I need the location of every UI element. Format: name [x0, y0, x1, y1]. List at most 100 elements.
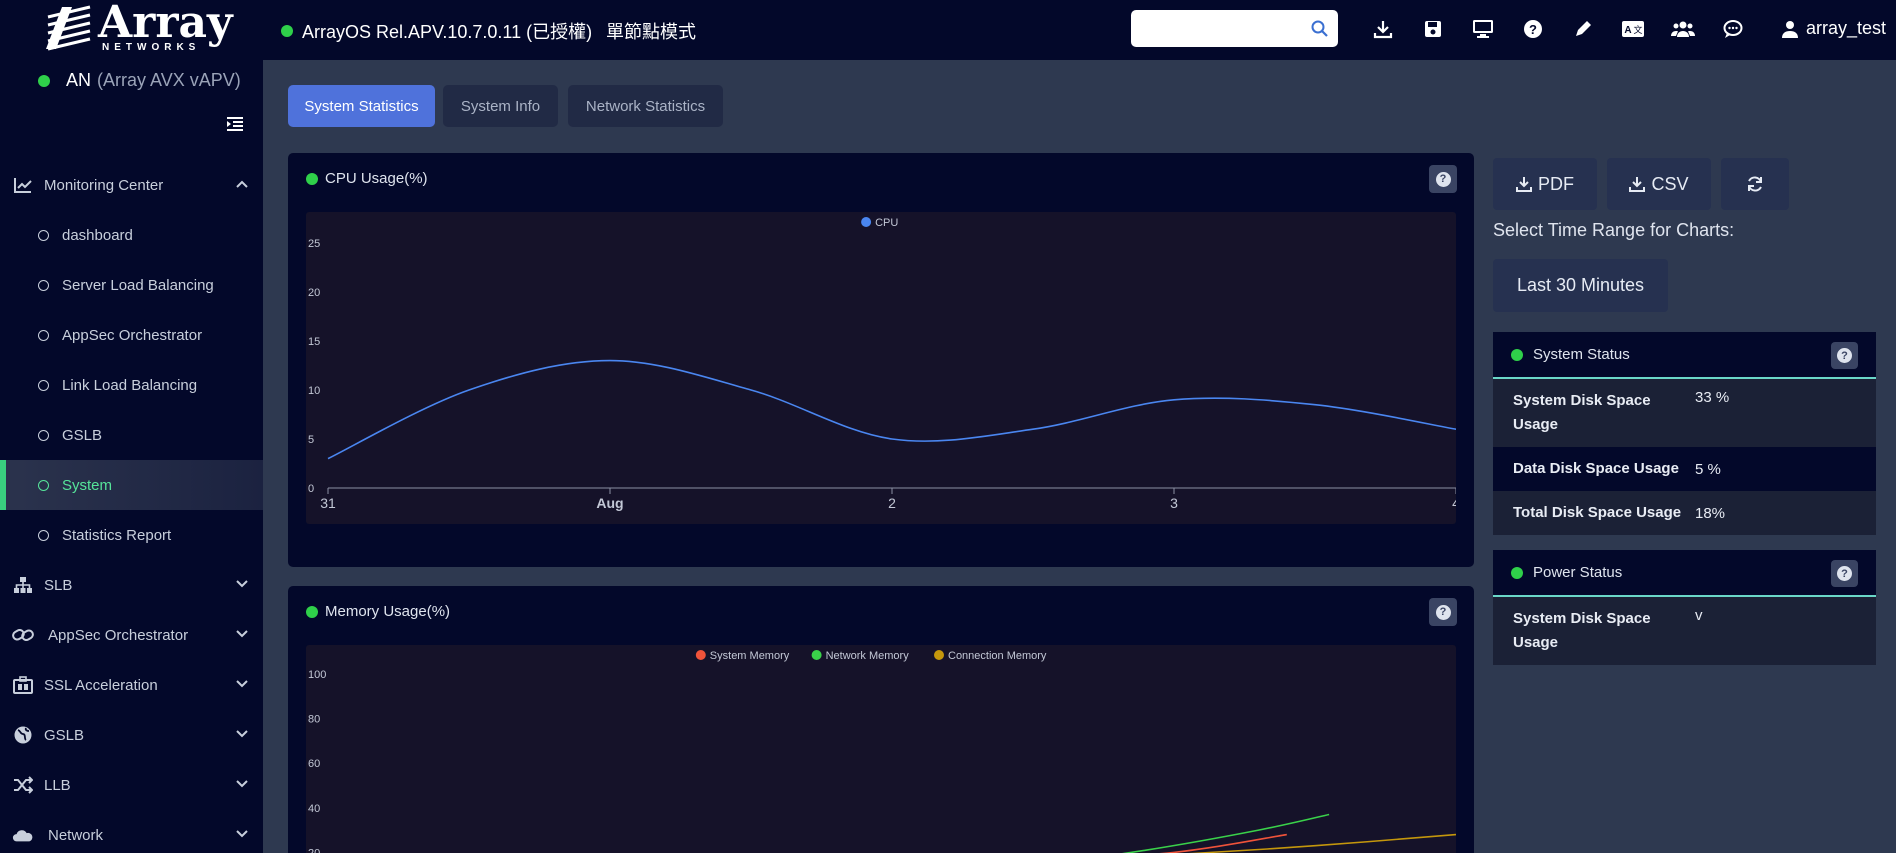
sidebar-item-appsec-orchestrator-group[interactable]: AppSec Orchestrator: [0, 610, 263, 660]
sidebar-item-slb[interactable]: SLB: [0, 560, 263, 610]
language-button[interactable]: A文: [1608, 14, 1658, 44]
tab-system-info[interactable]: System Info: [443, 85, 558, 127]
sidebar-item-label: AppSec Orchestrator: [62, 326, 203, 344]
toolbar-icons: ? A文: [1358, 14, 1758, 44]
device-status-dot-icon: [38, 74, 50, 87]
y-tick-label: 60: [308, 758, 320, 770]
status-key: Data Disk Space Usage: [1513, 460, 1679, 477]
sidebar-item-appsec-orchestrator[interactable]: AppSec Orchestrator: [0, 310, 263, 360]
refresh-button[interactable]: [1721, 158, 1789, 210]
y-tick-label: 20: [308, 287, 320, 299]
globe-icon: [14, 726, 32, 744]
circle-icon: [38, 279, 49, 291]
sidebar-item-label: Monitoring Center: [44, 176, 164, 194]
sidebar-item-label: Server Load Balancing: [62, 276, 214, 294]
user-menu[interactable]: array_test: [1782, 18, 1886, 39]
system-status-help-button[interactable]: ?: [1831, 342, 1858, 369]
monitor-button[interactable]: [1458, 14, 1508, 44]
sidebar-item-label: Link Load Balancing: [62, 376, 198, 394]
search-icon[interactable]: [1310, 19, 1330, 39]
help-button[interactable]: ?: [1508, 14, 1558, 44]
shuffle-icon: [14, 776, 33, 794]
sidebar-item-ssl-acceleration[interactable]: SSL Acceleration: [0, 660, 263, 710]
sidebar-item-gslb-group[interactable]: GSLB: [0, 710, 263, 760]
sidebar-item-network[interactable]: Network: [0, 810, 263, 853]
cloud-icon: [12, 830, 33, 842]
export-pdf-button[interactable]: PDF: [1493, 158, 1597, 210]
status-row: System Disk Space Usage 33 %: [1493, 379, 1876, 447]
chevron-down-icon: [236, 580, 248, 588]
memory-usage-panel: Memory Usage(%) ? System Memory Network M…: [288, 586, 1474, 853]
download-icon: [1516, 177, 1532, 192]
export-csv-button[interactable]: CSV: [1607, 158, 1711, 210]
download-button[interactable]: [1358, 14, 1408, 44]
logo-subtitle: NETWORKS: [102, 42, 201, 53]
mode-label: 單節點模式: [606, 22, 696, 42]
legend-label: CPU: [875, 217, 898, 229]
sidebar-item-gslb[interactable]: GSLB: [0, 410, 263, 460]
sidebar-item-link-load-balancing[interactable]: Link Load Balancing: [0, 360, 263, 410]
x-tick-label: 3: [1170, 495, 1178, 511]
language-icon: A文: [1622, 21, 1644, 37]
legend-marker: [861, 217, 872, 227]
sidebar-item-label: System: [62, 476, 113, 494]
circle-icon: [38, 329, 49, 341]
sidebar-item-dashboard[interactable]: dashboard: [0, 210, 263, 260]
sidebar-item-label: SSL Acceleration: [44, 676, 158, 694]
sitemap-icon: [14, 577, 32, 593]
y-tick-label: 80: [308, 714, 320, 726]
status-key: Total Disk Space Usage: [1513, 504, 1682, 521]
system-status-card: System Status ? System Disk Space Usage …: [1493, 332, 1876, 535]
x-tick-label: 2: [888, 495, 896, 511]
status-row: System Disk Space Usage v: [1493, 597, 1876, 665]
search-input[interactable]: [1131, 10, 1301, 47]
array-logo[interactable]: Array NETWORKS: [42, 1, 233, 55]
device-info: AN (Array AVX vAPV): [38, 70, 241, 91]
y-tick-label: 20: [308, 847, 320, 853]
cpu-usage-panel: CPU Usage(%) ? CPU 0 5 10 15 20 25 31 Aug 2 3 4: [288, 153, 1474, 567]
chat-button[interactable]: [1708, 14, 1758, 44]
tab-system-statistics[interactable]: System Statistics: [288, 85, 435, 127]
save-button[interactable]: [1408, 14, 1458, 44]
link-icon: [12, 629, 34, 642]
power-status-help-button[interactable]: ?: [1831, 560, 1858, 587]
download-icon: [1629, 177, 1646, 192]
collapse-sidebar-icon[interactable]: [225, 114, 245, 134]
legend-label: Network Memory: [826, 650, 910, 662]
cpu-chart: CPU 0 5 10 15 20 25 31 Aug 2 3 4: [308, 217, 1460, 511]
sidebar-item-server-load-balancing[interactable]: Server Load Balancing: [0, 260, 263, 310]
status-key: System Disk Space Usage: [1513, 392, 1651, 433]
users-button[interactable]: [1658, 14, 1708, 44]
logo-wordmark: Array: [98, 0, 233, 48]
sidebar-item-llb[interactable]: LLB: [0, 760, 263, 810]
sidebar-item-statistics-report[interactable]: Statistics Report: [0, 510, 263, 560]
sidebar-item-system[interactable]: System: [0, 460, 263, 510]
system-status-title: System Status: [1533, 346, 1630, 363]
circle-icon: [38, 479, 49, 491]
legend-label: Connection Memory: [948, 650, 1047, 662]
status-dot-icon: [306, 172, 318, 185]
time-range-select[interactable]: Last 30 Minutes: [1493, 259, 1668, 312]
tab-network-statistics[interactable]: Network Statistics: [568, 85, 723, 127]
chevron-up-icon: [236, 180, 248, 188]
help-icon: ?: [1524, 20, 1542, 38]
memory-chart: System Memory Network Memory Connection Me…: [308, 650, 1457, 853]
memory-help-button[interactable]: ?: [1429, 598, 1457, 626]
cpu-chart-area: CPU 0 5 10 15 20 25 31 Aug 2 3 4: [306, 212, 1460, 524]
edit-button[interactable]: [1558, 14, 1608, 44]
version-text: ArrayOS Rel.APV.10.7.0.11 (已授權): [302, 22, 593, 42]
svg-text:?: ?: [1529, 22, 1537, 37]
download-icon: [1373, 21, 1393, 39]
legend-marker: [934, 650, 944, 660]
status-dot-icon: [1511, 566, 1523, 579]
chevron-down-icon: [236, 680, 248, 688]
sidebar-item-label: Network: [48, 826, 104, 844]
sidebar: AN (Array AVX vAPV) Monitoring Center da…: [0, 60, 263, 853]
sidebar-nav: Monitoring Center dashboard Server Load …: [0, 160, 263, 853]
status-value: 33 %: [1695, 389, 1730, 406]
series-line-cpu: [327, 359, 1457, 460]
cpu-help-button[interactable]: ?: [1429, 165, 1457, 193]
sidebar-item-monitoring-center[interactable]: Monitoring Center: [0, 160, 263, 210]
y-tick-label: 0: [308, 483, 314, 495]
monitor-icon: [1473, 20, 1493, 38]
